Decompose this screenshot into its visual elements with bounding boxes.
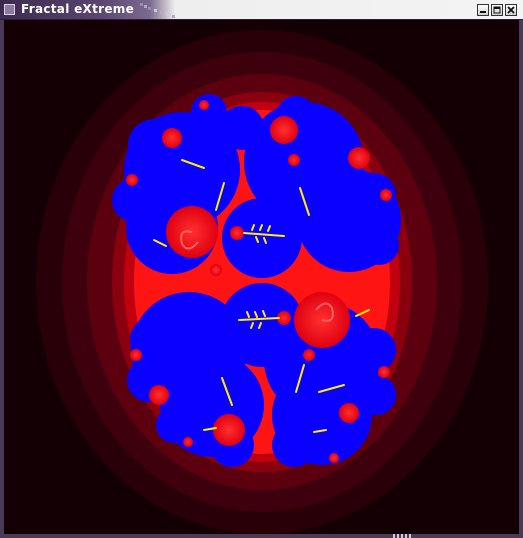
fractal-canvas[interactable] — [4, 20, 519, 534]
maximize-icon — [493, 6, 501, 14]
minimize-button[interactable] — [477, 4, 489, 16]
title-bar[interactable]: Fractal eXtreme — [0, 0, 523, 20]
fractal-image — [4, 20, 519, 534]
titlebar-decoration — [140, 3, 175, 18]
window-bottom-edge — [0, 534, 523, 538]
window-menu-icon[interactable] — [4, 4, 15, 15]
close-icon — [507, 6, 515, 14]
app-window: Fractal eXtreme — [0, 0, 523, 538]
close-button[interactable] — [505, 4, 517, 16]
minimize-icon — [480, 11, 486, 13]
resize-grip[interactable] — [393, 534, 413, 538]
maximize-button[interactable] — [491, 4, 503, 16]
window-title: Fractal eXtreme — [21, 2, 135, 16]
